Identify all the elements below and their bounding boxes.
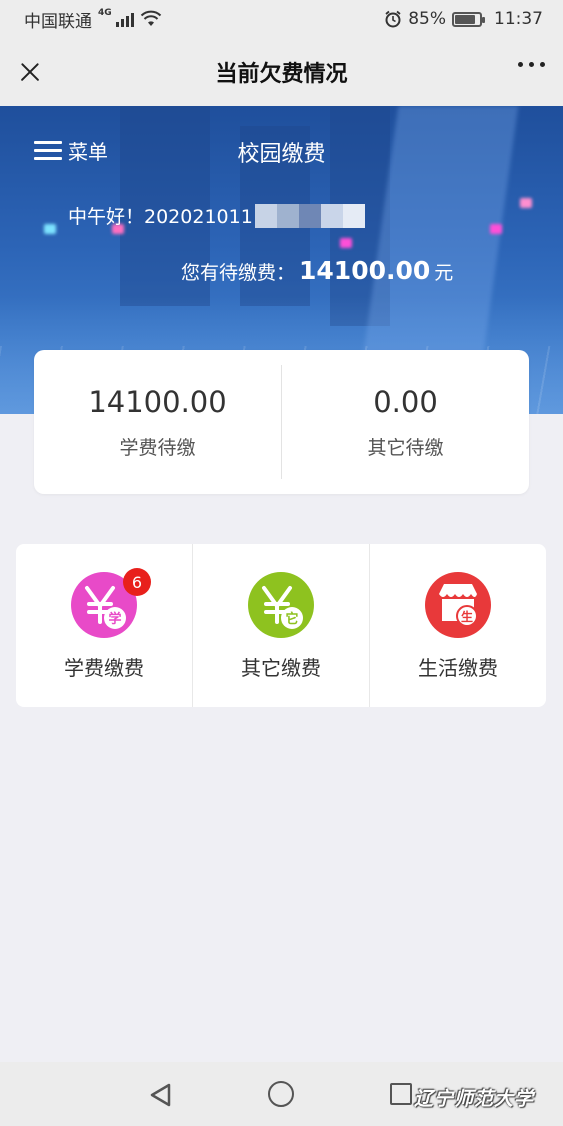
other-pending[interactable]: 0.00 其它待缴 bbox=[282, 385, 529, 460]
shop-life-icon: 生 bbox=[425, 572, 491, 638]
tuition-pending-value: 14100.00 bbox=[88, 384, 227, 419]
nav-bar: 当前欠费情况 bbox=[0, 38, 563, 106]
svg-text:生: 生 bbox=[461, 609, 473, 624]
battery-percent: 85% bbox=[408, 9, 446, 29]
carrier-name: 中国联通 bbox=[24, 11, 92, 32]
payment-grid: 学 6 学费缴费 它 其它缴费 生 生活缴费 bbox=[16, 544, 546, 707]
tuition-pending[interactable]: 14100.00 学费待缴 bbox=[34, 385, 281, 460]
status-bar: 中国联通 4G 85% 11:37 bbox=[0, 0, 563, 38]
unpaid-count-badge: 6 bbox=[123, 568, 151, 596]
battery-fill bbox=[455, 14, 476, 24]
pending-amount-line: 您有待缴费： 14100.00 元 bbox=[181, 256, 453, 285]
svg-text:学: 学 bbox=[108, 611, 121, 627]
recent-apps-icon[interactable] bbox=[390, 1083, 412, 1105]
more-options-icon[interactable] bbox=[518, 62, 545, 67]
tuition-payment-label: 学费缴费 bbox=[64, 656, 144, 680]
greeting: 中午好！202021011 bbox=[68, 202, 365, 229]
system-nav-bar: 辽宁师范大学 bbox=[0, 1062, 563, 1126]
network-type: 4G bbox=[98, 8, 112, 18]
hero-title: 校园缴费 bbox=[237, 142, 326, 167]
pending-unit: 元 bbox=[434, 262, 454, 284]
close-icon[interactable] bbox=[16, 58, 44, 86]
life-payment-label: 生活缴费 bbox=[418, 656, 498, 680]
other-yuan-icon: 它 bbox=[248, 572, 314, 638]
status-left: 中国联通 4G bbox=[24, 7, 162, 32]
alarm-icon bbox=[384, 10, 402, 28]
tuition-payment-button[interactable]: 学 6 学费缴费 bbox=[16, 544, 192, 707]
summary-card: 14100.00 学费待缴 0.00 其它待缴 bbox=[34, 350, 529, 494]
tuition-pending-label: 学费待缴 bbox=[119, 436, 196, 459]
battery-icon bbox=[452, 11, 485, 27]
tuition-yuan-icon: 学 6 bbox=[71, 568, 151, 638]
wifi-icon bbox=[140, 10, 162, 28]
life-payment-button[interactable]: 生 生活缴费 bbox=[370, 544, 546, 707]
pending-amount: 14100.00 bbox=[299, 256, 431, 285]
home-circle-icon[interactable] bbox=[268, 1081, 294, 1107]
status-right: 85% 11:37 bbox=[384, 9, 543, 29]
other-payment-label: 其它缴费 bbox=[241, 656, 321, 680]
greeting-text: 中午好！202021011 bbox=[68, 206, 253, 228]
pending-label: 您有待缴费： bbox=[181, 262, 296, 284]
signal-icon bbox=[115, 11, 134, 27]
university-watermark: 辽宁师范大学 bbox=[414, 1088, 535, 1110]
page-title: 当前欠费情况 bbox=[215, 62, 348, 87]
other-pending-label: 其它待缴 bbox=[367, 436, 444, 459]
other-payment-button[interactable]: 它 其它缴费 bbox=[193, 544, 369, 707]
svg-text:它: 它 bbox=[285, 611, 298, 627]
back-triangle-icon[interactable] bbox=[148, 1082, 174, 1112]
other-pending-value: 0.00 bbox=[373, 384, 438, 419]
redacted-id bbox=[254, 203, 365, 228]
clock-time: 11:37 bbox=[494, 9, 543, 29]
